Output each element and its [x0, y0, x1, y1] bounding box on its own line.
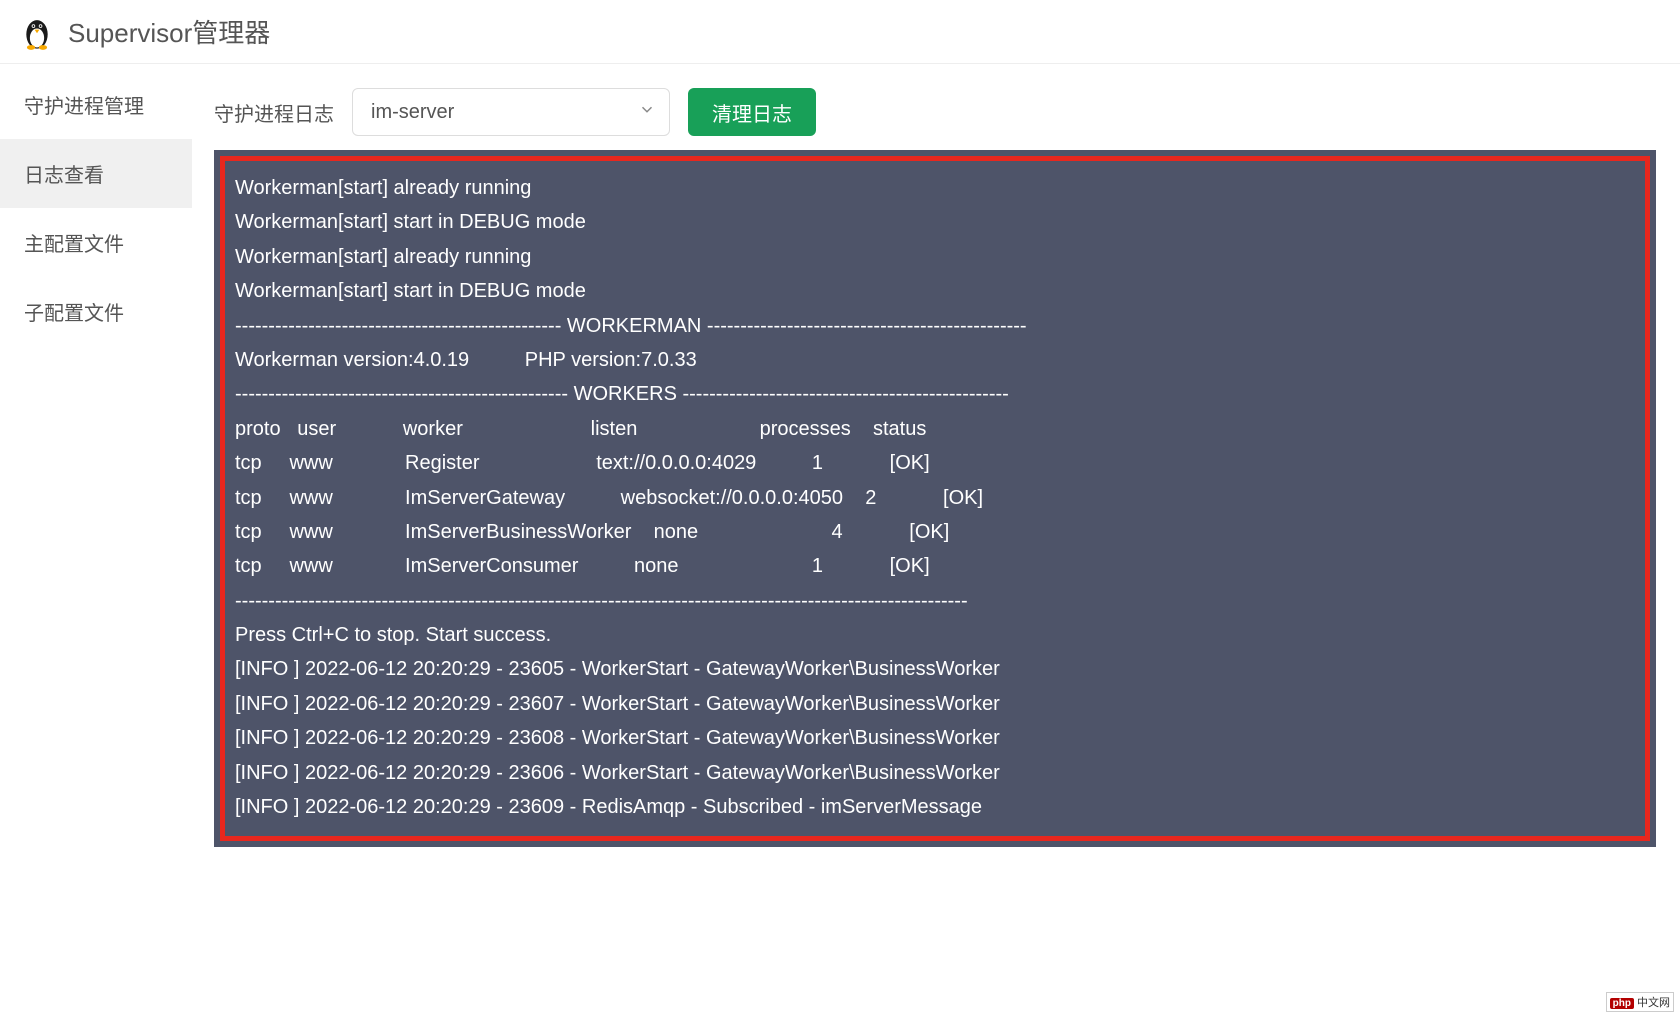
watermark-cn: 中文网	[1637, 997, 1670, 1009]
main-content: 守护进程日志 im-server 清理日志 Workerman[start] a…	[192, 64, 1680, 1018]
process-select-wrap: im-server	[352, 88, 670, 136]
log-line: tcp www ImServerConsumer none 1 [OK]	[235, 549, 1635, 583]
header: Supervisor管理器	[0, 0, 1680, 64]
log-line: [INFO ] 2022-06-12 20:20:29 - 23607 - Wo…	[235, 687, 1635, 721]
sidebar-item-process-manage[interactable]: 守护进程管理	[0, 70, 192, 139]
log-highlight-border: Workerman[start] already runningWorkerma…	[220, 156, 1650, 841]
log-line: Workerman[start] already running	[235, 240, 1635, 274]
sidebar-item-main-config[interactable]: 主配置文件	[0, 208, 192, 277]
log-line: ----------------------------------------…	[235, 377, 1635, 411]
log-line: Workerman version:4.0.19 PHP version:7.0…	[235, 343, 1635, 377]
log-controls: 守护进程日志 im-server 清理日志	[214, 88, 1656, 136]
sidebar-item-sub-config[interactable]: 子配置文件	[0, 277, 192, 346]
sidebar-item-log-view[interactable]: 日志查看	[0, 139, 192, 208]
log-line: ----------------------------------------…	[235, 584, 1635, 618]
log-line: Workerman[start] start in DEBUG mode	[235, 205, 1635, 239]
penguin-logo-icon	[18, 13, 56, 51]
watermark-php: php	[1610, 998, 1634, 1009]
log-line: [INFO ] 2022-06-12 20:20:29 - 23608 - Wo…	[235, 721, 1635, 755]
log-line: Workerman[start] start in DEBUG mode	[235, 274, 1635, 308]
log-line: tcp www ImServerBusinessWorker none 4 [O…	[235, 515, 1635, 549]
log-line: proto user worker listen processes statu…	[235, 412, 1635, 446]
log-line: Press Ctrl+C to stop. Start success.	[235, 618, 1635, 652]
log-line: tcp www ImServerGateway websocket://0.0.…	[235, 481, 1635, 515]
log-select-label: 守护进程日志	[214, 98, 334, 127]
clear-log-button[interactable]: 清理日志	[688, 88, 816, 136]
log-line: ----------------------------------------…	[235, 309, 1635, 343]
app-title: Supervisor管理器	[68, 13, 270, 50]
sidebar: 守护进程管理日志查看主配置文件子配置文件	[0, 64, 192, 1018]
log-line: [INFO ] 2022-06-12 20:20:29 - 23609 - Re…	[235, 790, 1635, 824]
log-panel: Workerman[start] already runningWorkerma…	[214, 150, 1656, 847]
log-line: tcp www Register text://0.0.0.0:4029 1 […	[235, 446, 1635, 480]
log-body: Workerman[start] already runningWorkerma…	[235, 171, 1635, 824]
process-select[interactable]: im-server	[352, 88, 670, 136]
log-line: [INFO ] 2022-06-12 20:20:29 - 23606 - Wo…	[235, 756, 1635, 790]
watermark: php 中文网	[1606, 992, 1674, 1012]
log-line: Workerman[start] already running	[235, 171, 1635, 205]
log-line: [INFO ] 2022-06-12 20:20:29 - 23605 - Wo…	[235, 652, 1635, 686]
